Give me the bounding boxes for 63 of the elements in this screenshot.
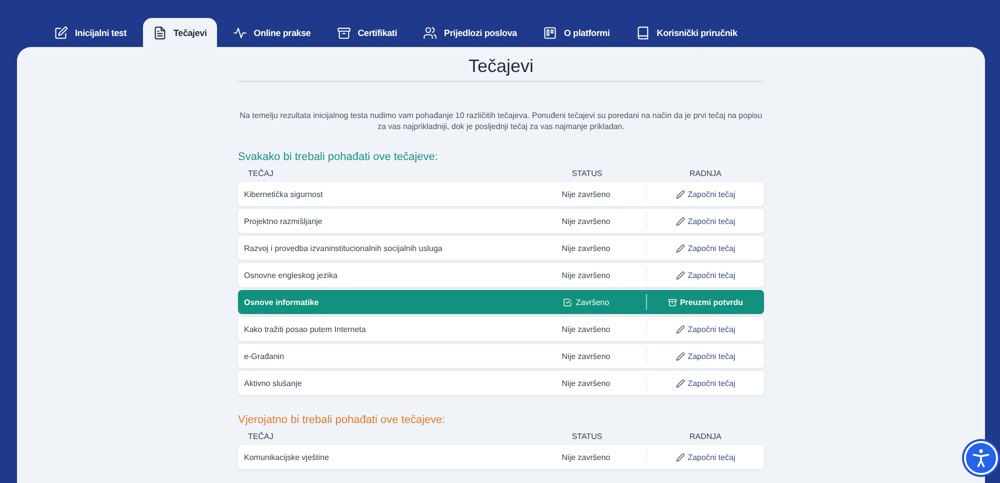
column-header: TEČAJ — [247, 432, 274, 441]
course-action-link[interactable]: Započni tečaj — [676, 352, 736, 360]
nav-tab[interactable]: Online prakse — [222, 18, 321, 47]
course-action-link[interactable]: Preuzmi potvrdu — [668, 298, 744, 306]
accessibility-button[interactable] — [964, 441, 998, 475]
book-icon — [636, 26, 650, 40]
pencil-icon — [676, 452, 685, 462]
course-action-link[interactable]: Započni tečaj — [676, 452, 736, 462]
status-text: Nije završeno — [562, 216, 610, 226]
course-name: Kibernetička sigurnost — [243, 190, 324, 198]
course-name: e-Građanin — [243, 352, 286, 360]
column-header: RADNJA — [688, 432, 722, 441]
status-text: Nije završeno — [562, 190, 610, 198]
course-action-link[interactable]: Započni tečaj — [676, 190, 736, 198]
pencil-icon — [676, 216, 685, 226]
nav-tab[interactable]: Tečajevi — [142, 18, 217, 47]
course-name: Osnove informatike — [243, 298, 320, 306]
check-square-icon — [562, 298, 572, 306]
course-name: Razvoj i provedba izvaninstitucionalnih socijalnih usluga — [243, 244, 444, 252]
nav-tab[interactable]: Prijedlozi poslova — [413, 18, 527, 47]
pulse-icon — [232, 26, 247, 40]
pencil-icon — [676, 324, 685, 334]
column-header: TEČAJ — [247, 169, 274, 178]
pencil-icon — [676, 244, 685, 252]
status-text: Nije završeno — [562, 352, 610, 360]
status-text: Nije završeno — [562, 270, 610, 280]
section-heading: Svakako bi trebali pohađati ove tečajeve: — [238, 151, 439, 163]
status-text: Nije završeno — [562, 244, 610, 252]
nav-tab[interactable]: O platformi — [532, 18, 620, 47]
status-text: Nije završeno — [562, 324, 610, 334]
pencil-icon — [676, 352, 685, 360]
document-icon — [152, 26, 167, 40]
nav-tab[interactable]: Inicijalni test — [44, 18, 137, 47]
course-name: Projektno razmišljanje — [243, 216, 324, 226]
course-action-link[interactable]: Započni tečaj — [676, 378, 736, 388]
edit-icon — [54, 26, 68, 40]
pencil-icon — [676, 378, 685, 388]
intro-text: Na temelju rezultata inicijalnog testa nudimo vam pohađanje 10 različitih tečajeva. Ponuđeni tečajevi su poredani na način da je prvi tečaj na popisu za vas najprikladniji, dok je posljednji tečaj za vas najmanje prikladan. — [238, 110, 764, 132]
column-header: STATUS — [570, 169, 604, 178]
nav-tab[interactable]: Korisnički priručnik — [626, 18, 748, 47]
archive-box-icon — [668, 298, 677, 306]
status-text: Završeno — [576, 298, 610, 306]
users-icon — [423, 26, 438, 40]
course-name: Kako tražiti posao putem Interneta — [243, 324, 367, 334]
course-action-link[interactable]: Započni tečaj — [676, 244, 736, 252]
course-action-link[interactable]: Započni tečaj — [676, 216, 736, 226]
column-header: STATUS — [570, 432, 604, 441]
board-icon — [542, 26, 557, 40]
course-action-link[interactable]: Započni tečaj — [676, 324, 736, 334]
section-heading: Vjerojatno bi trebali pohađati ove tečajeve: — [238, 414, 446, 426]
page-title: Tečajevi — [238, 56, 764, 82]
nav-tab[interactable]: Certifikati — [326, 18, 408, 47]
course-name: Osnovne engleskog jezika — [243, 270, 338, 280]
column-header: RADNJA — [688, 169, 722, 178]
course-action-link[interactable]: Započni tečaj — [676, 270, 736, 280]
pencil-icon — [676, 270, 685, 280]
status-text: Nije završeno — [562, 452, 610, 462]
archive-box-icon — [336, 26, 351, 40]
pencil-icon — [676, 190, 685, 198]
accessibility-icon — [970, 447, 992, 469]
course-name: Aktivno slušanje — [243, 378, 303, 388]
status-text: Nije završeno — [562, 378, 610, 388]
course-name: Komunikacijske vještine — [243, 452, 330, 462]
